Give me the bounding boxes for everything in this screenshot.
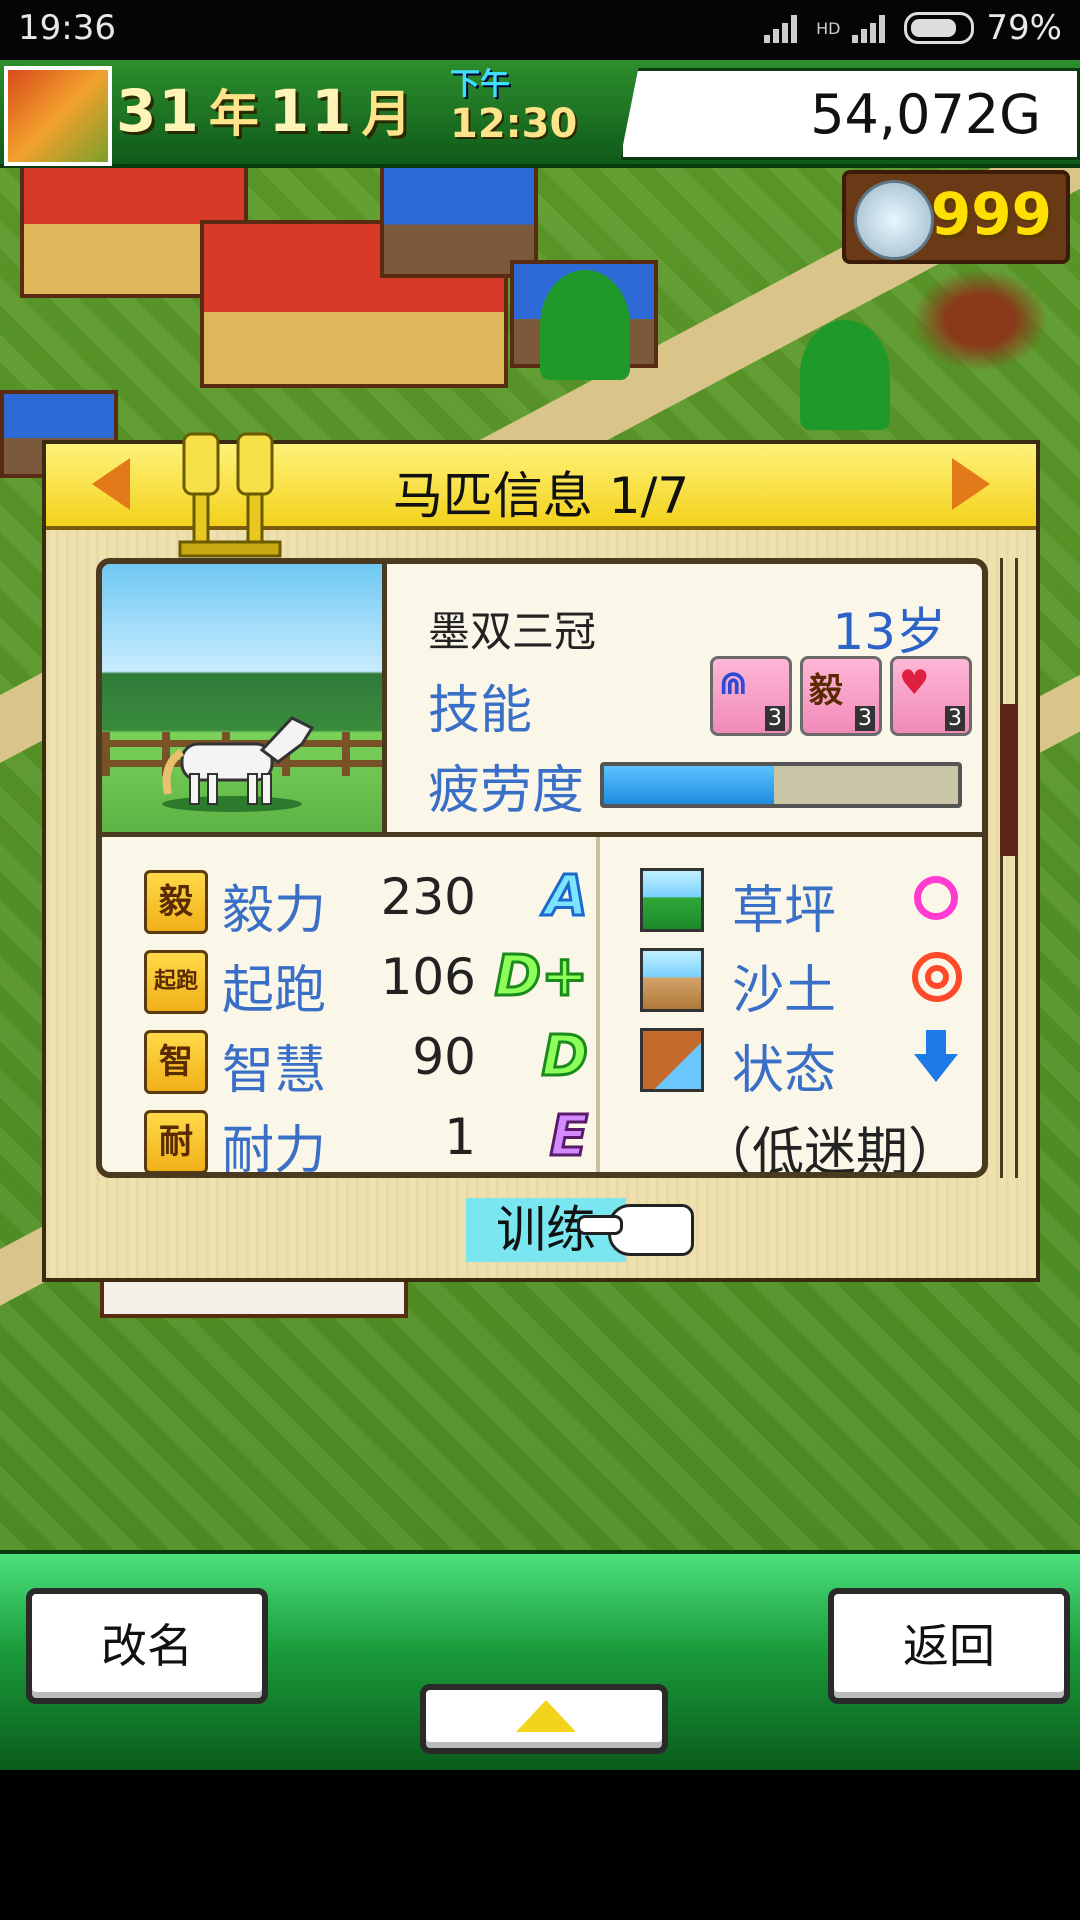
signal-icon (764, 13, 804, 43)
palm-tree (540, 270, 630, 380)
stat-value: 90 (412, 1028, 476, 1086)
stat-row-start: 起跑 起跑 106 D+ (102, 942, 596, 1022)
stat-name: 智慧 (222, 1041, 327, 1101)
down-arrow-icon (914, 1030, 958, 1084)
trophy-icon (178, 432, 282, 558)
medal-count: 999 (930, 180, 1052, 248)
condition-note: （低迷期） (700, 1123, 961, 1178)
wisdom-stat-icon: 智 (144, 1030, 208, 1094)
skill-badges: ⋒ 3 毅3 ♥ 3 (710, 656, 972, 736)
fatigue-bar-fill (604, 766, 774, 804)
clock-time: 12:30 (450, 101, 578, 147)
horse-info-panel: 马匹信息 1/7 墨双三冠 13岁 技能 ⋒ 3 毅 3 ♥ 3 疲劳度 毅 毅… (42, 432, 1040, 1282)
condition-name: 沙土 (732, 961, 837, 1021)
horse-state-icon (640, 1028, 704, 1092)
stat-row-stamina: 耐 耐力 1 E (102, 1102, 596, 1178)
year-value: 31 (116, 77, 201, 145)
horseshoe-medal-icon (854, 180, 934, 260)
status-time: 19:36 (18, 8, 116, 48)
palm-tree (800, 320, 890, 430)
white-horse-icon (162, 716, 315, 812)
condition-row-dirt: 沙土 (600, 942, 982, 1022)
single-circle-mark-icon (914, 876, 958, 920)
grit-skill-icon[interactable]: 毅3 (800, 656, 882, 736)
stat-name: 耐力 (222, 1121, 327, 1178)
stat-grade: D (540, 1023, 590, 1091)
money-value: 54,072G (810, 83, 1041, 146)
bottom-bar: 改名 返回 (0, 1550, 1080, 1774)
stat-value: 106 (380, 948, 476, 1006)
stat-row-wisdom: 智 智慧 90 D (102, 1022, 596, 1102)
battery-icon (904, 12, 975, 44)
condition-name: 草坪 (732, 881, 837, 941)
pointing-hand-icon (577, 1204, 694, 1256)
skills-label: 技能 (428, 681, 533, 741)
back-button[interactable]: 返回 (828, 1588, 1070, 1704)
rename-button[interactable]: 改名 (26, 1588, 268, 1704)
dirt-icon (640, 948, 704, 1012)
signal-icon-2 (852, 13, 892, 43)
year-unit: 年 (208, 85, 261, 143)
expand-menu-button[interactable] (420, 1684, 668, 1754)
speed-skill-icon[interactable]: ⋒ 3 (710, 656, 792, 736)
horse-card: 墨双三冠 13岁 技能 ⋒ 3 毅3 ♥ 3 疲劳度 毅 毅力 230 A 起跑 起… (96, 558, 988, 1178)
medal-counter[interactable]: 999 (842, 170, 1070, 264)
double-circle-mark-icon (912, 952, 962, 1002)
stat-name: 毅力 (222, 881, 327, 941)
scrollbar-thumb[interactable] (1000, 704, 1018, 856)
condition-row-turf: 草坪 (600, 862, 982, 942)
battery-percent: 79% (986, 8, 1062, 48)
top-hud: 31 年 11 月 下午 12:30 54,072G (0, 60, 1080, 168)
stat-value: 230 (380, 868, 476, 926)
ampm-label: 下午 (450, 67, 510, 102)
horse-age: 13岁 (832, 603, 946, 661)
fatigue-label: 疲劳度 (428, 761, 585, 821)
fatigue-bar (600, 762, 962, 808)
network-label: HD (816, 18, 841, 38)
money-display: 54,072G (620, 68, 1080, 160)
racehorse-sprite[interactable] (900, 260, 1060, 380)
stat-grade: D+ (493, 943, 589, 1011)
stat-row-grit: 毅 毅力 230 A (102, 862, 596, 942)
next-horse-arrow-icon[interactable] (952, 458, 990, 510)
stat-value: 1 (444, 1108, 476, 1166)
stat-grade: E (548, 1103, 589, 1171)
system-status-bar: 19:36 HD 79% (0, 0, 1080, 60)
stat-grade: A (543, 863, 589, 931)
up-triangle-icon (516, 1700, 576, 1732)
stamina-stat-icon: 耐 (144, 1110, 208, 1172)
panel-scrollbar[interactable] (1000, 558, 1018, 1178)
turf-icon (640, 868, 704, 932)
heart-skill-icon[interactable]: ♥ 3 (890, 656, 972, 736)
month-unit: 月 (361, 85, 414, 143)
horse-portrait (102, 564, 387, 832)
condition-name: 状态 (732, 1041, 837, 1101)
grit-stat-icon: 毅 (144, 870, 208, 934)
month-value: 11 (268, 77, 354, 145)
season-thumbnail (4, 66, 112, 166)
game-clock: 下午 12:30 (450, 67, 620, 147)
game-date: 31 年 11 月 (116, 74, 421, 146)
start-stat-icon: 起跑 (144, 950, 208, 1014)
stat-name: 起跑 (222, 961, 327, 1021)
horse-name: 墨双三冠 (428, 607, 597, 656)
nav-bar-area (0, 1770, 1080, 1920)
condition-row-state: 状态 (600, 1022, 982, 1102)
